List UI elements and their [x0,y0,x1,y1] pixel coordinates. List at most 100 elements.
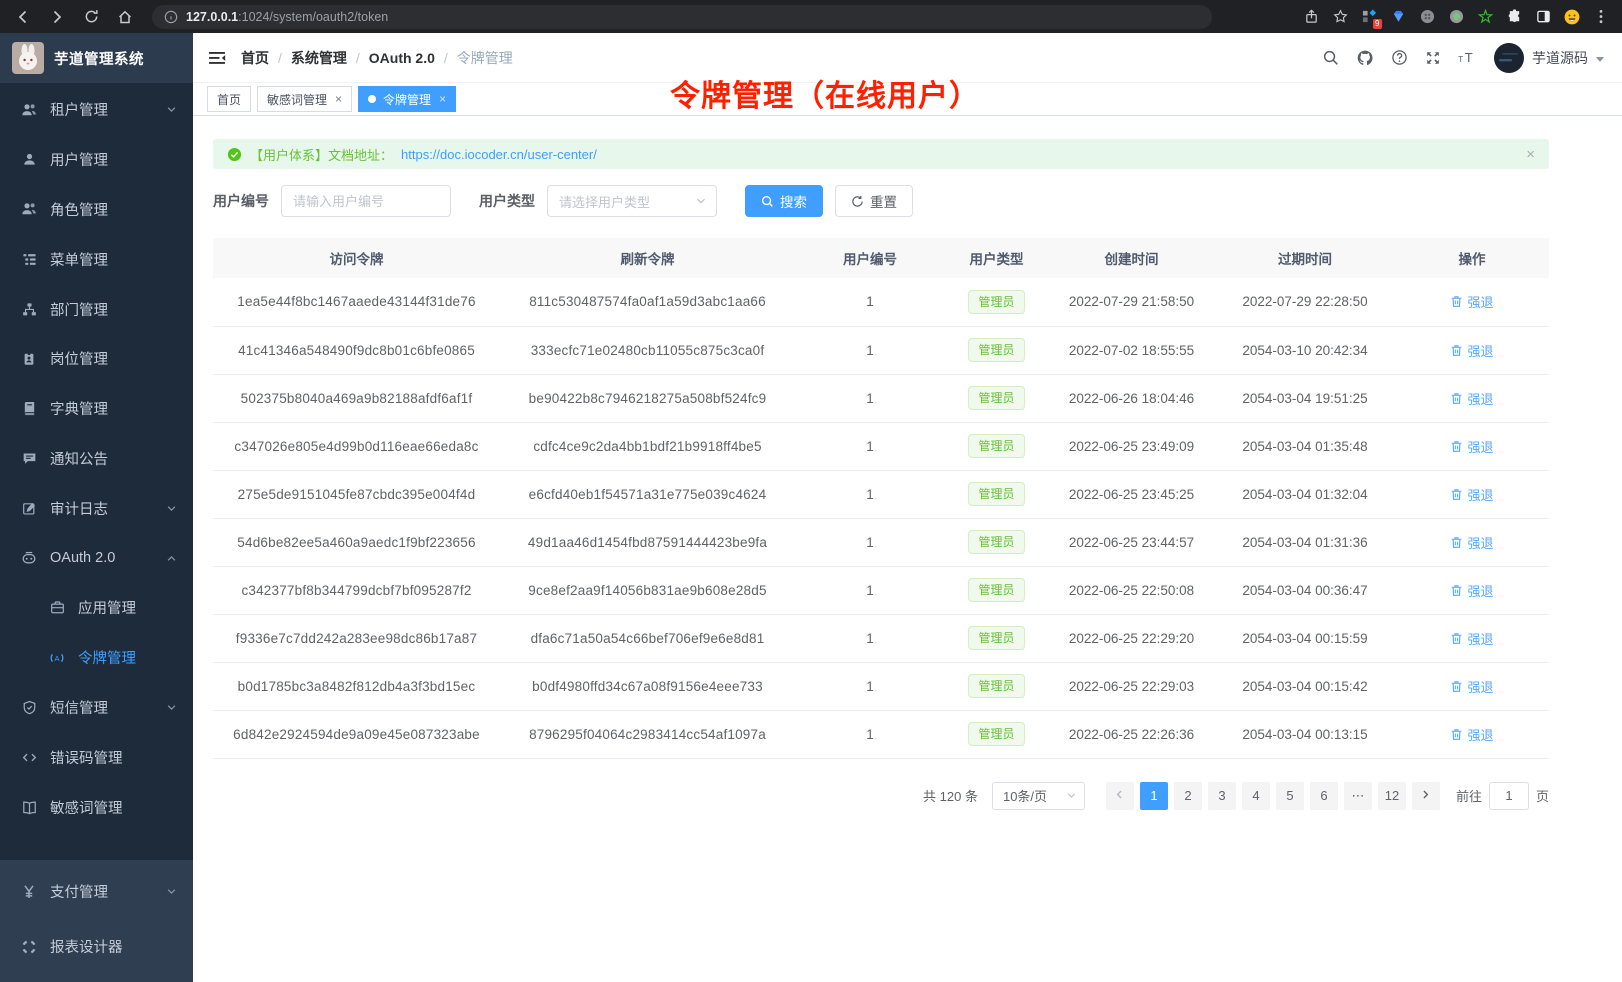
sidebar-item[interactable]: 用户管理 [0,135,193,185]
alert-doc-link[interactable]: https://doc.iocoder.cn/user-center/ [401,147,597,162]
sidebar-item[interactable]: 敏感词管理 [0,782,193,832]
force-logout-button[interactable]: 强退 [1450,437,1493,456]
sidebar-item[interactable]: 通知公告 [0,434,193,484]
filter-form: 用户编号 用户类型 请选择用户类型 搜索 重置 [213,185,1549,217]
sidebar-item[interactable]: 报表设计器 [0,919,193,974]
yen-icon [21,884,37,900]
page-number-button[interactable]: 5 [1276,782,1304,810]
font-size-icon[interactable]: TT [1458,50,1477,65]
tab[interactable]: 令牌管理× [358,86,456,112]
app-logo-row[interactable]: 芋道管理系统 [0,33,193,83]
user-id-input[interactable] [281,185,451,217]
sidebar-item[interactable]: 部门管理 [0,284,193,334]
bookmark-star-icon[interactable] [1331,8,1349,26]
breadcrumb-item[interactable]: 系统管理 [291,48,347,68]
tab-close-icon[interactable]: × [335,92,342,106]
extension-blocks-icon[interactable]: 9 [1360,8,1378,26]
record-extension-icon[interactable] [1447,8,1465,26]
chevron-down-icon [695,195,707,207]
force-logout-button[interactable]: 强退 [1450,533,1493,552]
puzzle-extension-icon[interactable] [1505,8,1523,26]
token-table-body: 1ea5e44f8bc1467aaede43144f31de76811c5304… [213,278,1549,758]
page-info-icon[interactable] [164,10,178,24]
access-token-cell: f9336e7c7dd242a283ee98dc86b17a87 [213,614,500,662]
page-number-button[interactable]: 3 [1208,782,1236,810]
next-page-button[interactable] [1412,782,1440,810]
tab[interactable]: 首页 [207,86,251,112]
sidebar-item[interactable]: 字典管理 [0,384,193,434]
profile-avatar-icon[interactable] [1563,8,1581,26]
user-menu[interactable]: 芋道源码 [1494,43,1604,73]
user-icon [21,152,37,167]
sidebar-item[interactable]: 审计日志 [0,483,193,533]
user-type-cell: 管理员 [945,326,1048,374]
page-number-button[interactable]: 2 [1174,782,1202,810]
menu-tree-icon [21,252,37,267]
actions-cell: 强退 [1395,614,1549,662]
force-logout-button[interactable]: 强退 [1450,725,1493,744]
expire-time-cell: 2022-07-29 22:28:50 [1215,278,1395,326]
sidebar-item-label: 字典管理 [50,398,108,419]
back-icon[interactable] [10,4,36,30]
tab[interactable]: 敏感词管理× [257,86,352,112]
help-icon[interactable] [1391,49,1408,66]
alert-label: 【用户体系】文档地址： [250,145,393,164]
breadcrumb-item[interactable]: 首页 [241,48,269,68]
sidebar-item[interactable]: 错误码管理 [0,732,193,782]
pager-more-button[interactable]: ⋯ [1344,782,1372,810]
force-logout-button[interactable]: 强退 [1450,581,1493,600]
force-logout-button[interactable]: 强退 [1450,629,1493,648]
page-number-button[interactable]: 6 [1310,782,1338,810]
search-icon[interactable] [1322,49,1339,66]
reload-icon[interactable] [78,4,104,30]
breadcrumb-item[interactable]: OAuth 2.0 [369,50,435,66]
force-logout-label: 强退 [1467,725,1493,744]
success-check-icon [227,147,242,162]
side-panel-icon[interactable] [1534,8,1552,26]
user-type-cell: 管理员 [945,422,1048,470]
search-button[interactable]: 搜索 [745,185,823,217]
tab-close-icon[interactable]: × [439,92,446,106]
green-star-extension-icon[interactable] [1476,8,1494,26]
forward-icon[interactable] [44,4,70,30]
command-extension-icon[interactable] [1418,8,1436,26]
access-token-cell: c347026e805e4d99b0d116eae66eda8c [213,422,500,470]
page-jump-input[interactable] [1489,782,1529,810]
page-number-button[interactable]: 1 [1140,782,1168,810]
prev-page-button[interactable] [1106,782,1134,810]
force-logout-button[interactable]: 强退 [1450,341,1493,360]
breadcrumb: 首页/系统管理/OAuth 2.0/令牌管理 [241,48,513,68]
sidebar-item[interactable]: 岗位管理 [0,334,193,384]
force-logout-button[interactable]: 强退 [1450,292,1493,311]
sidebar-item[interactable]: 支付管理 [0,864,193,919]
force-logout-button[interactable]: 强退 [1450,677,1493,696]
tabbar: 首页敏感词管理×令牌管理× [193,83,1622,116]
share-icon[interactable] [1302,8,1320,26]
user-type-cell: 管理员 [945,518,1048,566]
sidebar-item[interactable]: 短信管理 [0,683,193,733]
close-icon[interactable]: × [1526,146,1535,163]
sidebar-collapse-icon[interactable] [208,50,226,66]
address-bar[interactable]: 127.0.0.1:1024/system/oauth2/token [152,5,1212,29]
create-time-cell: 2022-06-25 22:29:03 [1048,662,1215,710]
sidebar-item[interactable]: 菜单管理 [0,234,193,284]
sidebar-item[interactable]: 应用管理 [0,583,193,633]
force-logout-button[interactable]: 强退 [1450,389,1493,408]
gem-extension-icon[interactable] [1389,8,1407,26]
page-number-button[interactable]: 12 [1378,782,1406,810]
page-number-button[interactable]: 4 [1242,782,1270,810]
user-type-select[interactable]: 请选择用户类型 [547,185,717,217]
reset-button[interactable]: 重置 [835,185,913,217]
breadcrumb-separator: / [356,50,360,66]
sidebar-item[interactable]: A令牌管理 [0,633,193,683]
page-size-select[interactable]: 10条/页 [992,782,1085,810]
col-user-id: 用户编号 [795,238,945,278]
fullscreen-icon[interactable] [1425,50,1441,66]
sidebar-item[interactable]: 租户管理 [0,85,193,135]
sidebar-item[interactable]: OAuth 2.0 [0,533,193,583]
sidebar-item[interactable]: 角色管理 [0,185,193,235]
home-icon[interactable] [112,4,138,30]
github-icon[interactable] [1356,49,1374,67]
force-logout-button[interactable]: 强退 [1450,485,1493,504]
browser-menu-icon[interactable] [1592,8,1610,26]
